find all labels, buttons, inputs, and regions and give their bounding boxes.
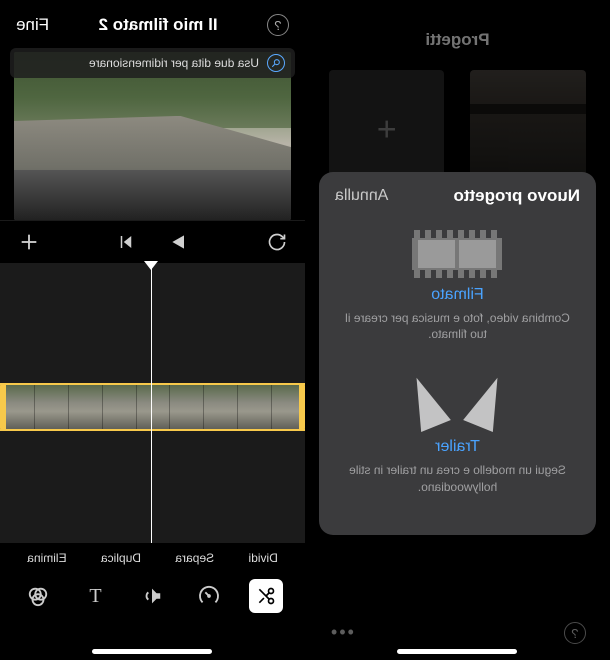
editor-screen: ? Il mio filmato 2 Fine Usa due dita per… (0, 0, 305, 660)
action-delete[interactable]: Elimina (27, 551, 66, 565)
tool-tabs: T (0, 571, 305, 631)
magnify-icon (267, 54, 285, 72)
sheet-title: Nuovo progetto (453, 186, 580, 206)
tip-text: Usa due dita per ridimensionare (89, 56, 259, 70)
action-duplicate[interactable]: Duplica (101, 551, 141, 565)
action-split[interactable]: Dividi (248, 551, 277, 565)
spotlights-icon (423, 370, 493, 430)
option-movie-title: Filmato (343, 286, 572, 304)
tool-speed[interactable] (193, 579, 227, 613)
clip-strip[interactable] (0, 383, 305, 431)
action-detach[interactable]: Separa (175, 551, 214, 565)
projects-header: Progetti (305, 0, 610, 58)
add-media-button[interactable] (18, 231, 40, 253)
more-button[interactable]: ••• (329, 622, 354, 644)
playhead[interactable] (151, 263, 153, 543)
tool-filter[interactable] (22, 579, 56, 613)
tool-scissors[interactable] (250, 579, 284, 613)
help-button[interactable]: ? (564, 622, 586, 644)
filmstrip-icon (413, 230, 503, 278)
play-button[interactable] (170, 232, 190, 252)
editor-header: ? Il mio filmato 2 Fine (0, 0, 305, 46)
tool-text[interactable]: T (79, 579, 113, 613)
clip-actions: Dividi Separa Duplica Elimina (0, 543, 305, 571)
clip-trim-left[interactable] (299, 383, 305, 431)
option-movie-desc: Combina video, foto e musica per creare … (343, 310, 572, 342)
transport-bar (0, 220, 305, 263)
option-trailer[interactable]: Trailer Segui un modello e crea un trail… (335, 360, 580, 512)
option-movie[interactable]: Filmato Combina video, foto e musica per… (335, 220, 580, 360)
plus-icon: + (377, 111, 397, 150)
tip-banner: Usa due dita per ridimensionare (10, 48, 295, 78)
cancel-button[interactable]: Annulla (335, 187, 388, 205)
skip-forward-button[interactable] (118, 233, 136, 251)
clip-trim-right[interactable] (0, 383, 6, 431)
undo-button[interactable] (267, 232, 287, 252)
tool-volume[interactable] (136, 579, 170, 613)
home-indicator (93, 649, 213, 654)
option-trailer-title: Trailer (343, 438, 572, 456)
help-button[interactable]: ? (267, 14, 289, 36)
done-button[interactable]: Fine (16, 15, 49, 35)
project-title: Il mio filmato 2 (99, 15, 218, 35)
new-project-sheet: Nuovo progetto Annulla Filmato Combina v… (319, 172, 596, 535)
option-trailer-desc: Segui un modello e crea un trailer in st… (343, 462, 572, 494)
home-indicator (398, 649, 518, 654)
bottom-toolbar: ? ••• (305, 622, 610, 644)
help-icon: ? (274, 18, 281, 33)
projects-screen: Progetti + ? ••• Nuovo progetto Annulla (305, 0, 610, 660)
help-icon: ? (571, 626, 578, 641)
timeline[interactable] (0, 263, 305, 543)
